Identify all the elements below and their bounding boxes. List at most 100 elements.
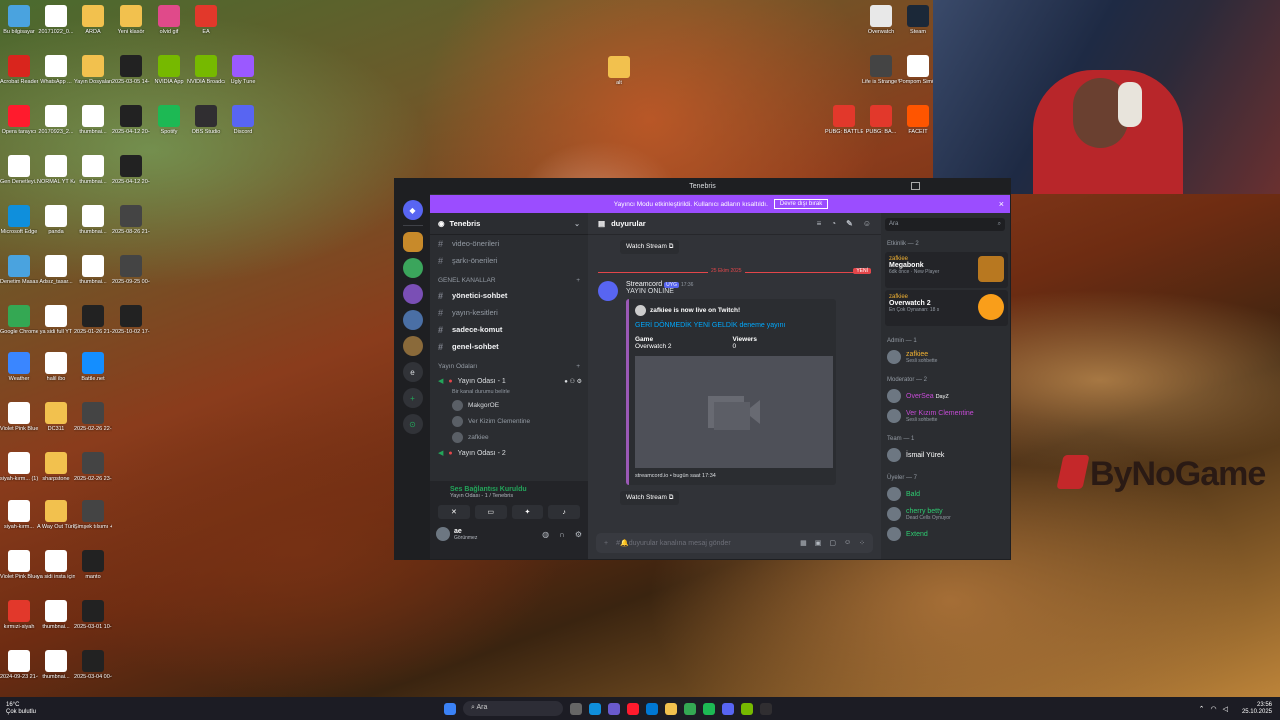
inbox-icon[interactable] xyxy=(911,182,920,190)
threads-icon[interactable]: ≡ xyxy=(817,219,822,228)
desktop-icon[interactable]: FACEIT xyxy=(899,105,937,135)
embed-title-link[interactable]: GERİ DÖNMEDİK YENİ GELDİK deneme yayını xyxy=(635,322,830,329)
desktop-icon[interactable]: 2025-03-05 14-15-25 xyxy=(112,55,150,85)
desktop-icon[interactable]: 20171022_0... xyxy=(37,5,75,35)
plus-icon[interactable]: + xyxy=(604,540,608,547)
desktop-icon[interactable]: Ugly Tune xyxy=(224,55,262,85)
system-tray[interactable]: ⌃ ◠ ◁ xyxy=(1199,705,1228,713)
avatar[interactable] xyxy=(436,527,450,541)
add-server-icon[interactable]: + xyxy=(402,388,423,408)
desktop-icon[interactable]: OBS Studio xyxy=(187,105,225,135)
desktop-folder-mid[interactable]: alt xyxy=(600,56,638,86)
watch-stream-button[interactable]: Watch Stream ⧉ xyxy=(620,240,680,254)
activity-card[interactable]: zafkiee Overwatch 2 En Çok Oynanan: 18 s xyxy=(885,290,1008,326)
desktop-icon[interactable]: Yeni klasör xyxy=(112,5,150,35)
add-channel-icon[interactable]: + xyxy=(576,363,580,370)
opera-icon[interactable] xyxy=(627,702,639,715)
desktop-icon[interactable]: 2025-01-26 21-45-57 xyxy=(74,305,112,335)
desktop-icon[interactable]: Denetim Masası xyxy=(0,255,38,285)
server-icon-4[interactable] xyxy=(402,310,423,330)
desktop-icon[interactable]: 2025-10-02 17-56-18 xyxy=(112,305,150,335)
server-icon-2[interactable] xyxy=(402,258,423,278)
server-header[interactable]: ◉ Tenebris ⌄ xyxy=(430,213,588,235)
desktop-icon[interactable]: Google Chrome xyxy=(0,305,38,335)
channel-video-onerileri[interactable]: # video-önerileri xyxy=(430,235,588,252)
desktop-icon[interactable]: Violet Pink Blue Anim... xyxy=(0,550,38,580)
desktop-icon[interactable]: Spotify xyxy=(150,105,188,135)
desktop-icon[interactable]: Adsız_tasar... xyxy=(37,255,75,285)
category-general[interactable]: GENEL KANALLAR + xyxy=(430,269,588,287)
gif-icon[interactable]: ▣ xyxy=(815,539,822,547)
desktop-icon[interactable]: Steam xyxy=(899,5,937,35)
voice-channel-1[interactable]: ◀ ● Yayın Odası - 1 ● ⚇ ⚙ xyxy=(430,373,588,389)
desktop-icon[interactable]: PUBG: BA... xyxy=(862,105,900,135)
member-item[interactable]: zafkiee Sesli sohbette xyxy=(881,347,1010,367)
avatar[interactable] xyxy=(598,281,618,301)
desktop-icon[interactable]: siyah-kırm... (1) xyxy=(0,452,38,482)
obs-icon[interactable] xyxy=(760,702,772,715)
voice-channel-status[interactable]: Bir kanal durumu belirle xyxy=(430,389,588,397)
member-item[interactable]: Ver Kızım Clementine Sesli sohbette xyxy=(881,406,1010,426)
desktop-icon[interactable]: 2024-09-23 21-04-51 xyxy=(0,650,38,680)
sticker-icon[interactable]: ▢ xyxy=(829,539,836,547)
desktop-icon[interactable]: 2025-03-01 10-17-13 xyxy=(74,600,112,630)
desktop-icon[interactable]: 2025-04-12 20-43-32 xyxy=(112,105,150,135)
microphone-icon[interactable]: ◍ xyxy=(542,530,549,539)
volume-icon[interactable]: ◁ xyxy=(1223,705,1228,713)
desktop-icon[interactable]: EA xyxy=(187,5,225,35)
teams-icon[interactable] xyxy=(608,702,620,715)
members-icon[interactable]: ☺ xyxy=(863,219,871,228)
start-icon[interactable] xyxy=(444,702,456,715)
wifi-icon[interactable]: ◠ xyxy=(1211,705,1217,713)
desktop-icon[interactable]: Overwatch xyxy=(862,5,900,35)
message-input[interactable]: + #🔔duyurular kanalına mesaj gönder ▦ ▣ … xyxy=(596,533,873,553)
headphones-icon[interactable]: ∩ xyxy=(559,530,565,539)
screen-share-button[interactable]: ▭ xyxy=(474,505,507,519)
desktop-icon[interactable]: PUBG: BATTLEGR... xyxy=(825,105,863,135)
desktop-icon[interactable]: sharpstone xyxy=(37,452,75,482)
server-icon-e[interactable]: e xyxy=(402,362,423,382)
watch-stream-button-2[interactable]: Watch Stream ⧉ xyxy=(620,491,680,505)
clock[interactable]: 23:56 25.10.2025 xyxy=(1242,702,1272,716)
desktop-icon[interactable]: 2025-09-25 00-02-08 xyxy=(112,255,150,285)
desktop-icon[interactable]: NVIDIA Broadcast xyxy=(187,55,225,85)
channel-sarki-onerileri[interactable]: # şarkı-önerileri xyxy=(430,252,588,269)
member-item[interactable]: cherry betty Dead Cells Oynuyor xyxy=(881,504,1010,524)
desktop-icon[interactable]: WhatsApp ... xyxy=(37,55,75,85)
spotify-icon[interactable] xyxy=(703,702,715,715)
explorer-icon[interactable] xyxy=(665,702,677,715)
desktop-icon[interactable]: Opera tarayıcı xyxy=(0,105,38,135)
task-view-icon[interactable] xyxy=(570,702,582,715)
desktop-icon[interactable]: Weather xyxy=(0,352,38,382)
channel-yayin-kesitleri[interactable]: # yayın-kesitleri xyxy=(430,304,588,321)
desktop-icon[interactable]: thumbnai... xyxy=(37,600,75,630)
disable-streamer-mode-button[interactable]: Devre dışı bırak xyxy=(773,199,829,209)
desktop-icon[interactable]: olvid gif xyxy=(150,5,188,35)
edge-icon[interactable] xyxy=(589,702,601,715)
desktop-icon[interactable]: Yayın Dosyaları xyxy=(74,55,112,85)
server-icon-3[interactable] xyxy=(402,284,423,304)
camera-off-button[interactable]: ✕ xyxy=(438,505,470,519)
desktop-icon[interactable]: NORMAL YT KAPAK FOTO xyxy=(37,155,75,185)
voice-user[interactable]: zafkiee xyxy=(430,429,588,445)
chrome-icon[interactable] xyxy=(684,702,696,715)
search-input[interactable]: Ara ⌕ xyxy=(885,218,1005,231)
desktop-icon[interactable]: 2025-04-12 20-43-22 xyxy=(112,155,150,185)
embed-image[interactable] xyxy=(635,356,833,468)
soundboard-button[interactable]: ♪ xyxy=(548,505,580,519)
emoji-icon[interactable]: ☺ xyxy=(844,539,851,547)
desktop-icon[interactable]: thumbnai... xyxy=(74,105,112,135)
activities-button[interactable]: ✦ xyxy=(511,505,544,519)
bell-icon[interactable]: ◔ xyxy=(831,219,836,228)
voice-channel-actions[interactable]: ● ⚇ ⚙ xyxy=(564,378,582,385)
desktop-icon[interactable]: 2025-02-26 22-55-20 xyxy=(74,402,112,432)
desktop-icon[interactable]: Pompom Simülasyo... xyxy=(899,55,937,85)
desktop-icon[interactable]: A Way Out Türkçe Yama xyxy=(37,500,75,530)
desktop-icon[interactable]: panda xyxy=(37,205,75,235)
message-author[interactable]: Streamcord xyxy=(626,281,662,288)
desktop-icon[interactable]: thumbnai... xyxy=(74,155,112,185)
voice-channel-2[interactable]: ◀ ● Yayın Odası - 2 xyxy=(430,445,588,461)
desktop-icon[interactable]: 2025-03-04 00-02-59 xyxy=(74,650,112,680)
desktop-icon[interactable]: Bu bilgisayar xyxy=(0,5,38,35)
activity-card[interactable]: zafkiee Megabonk 6dk önce · New Player xyxy=(885,252,1008,288)
